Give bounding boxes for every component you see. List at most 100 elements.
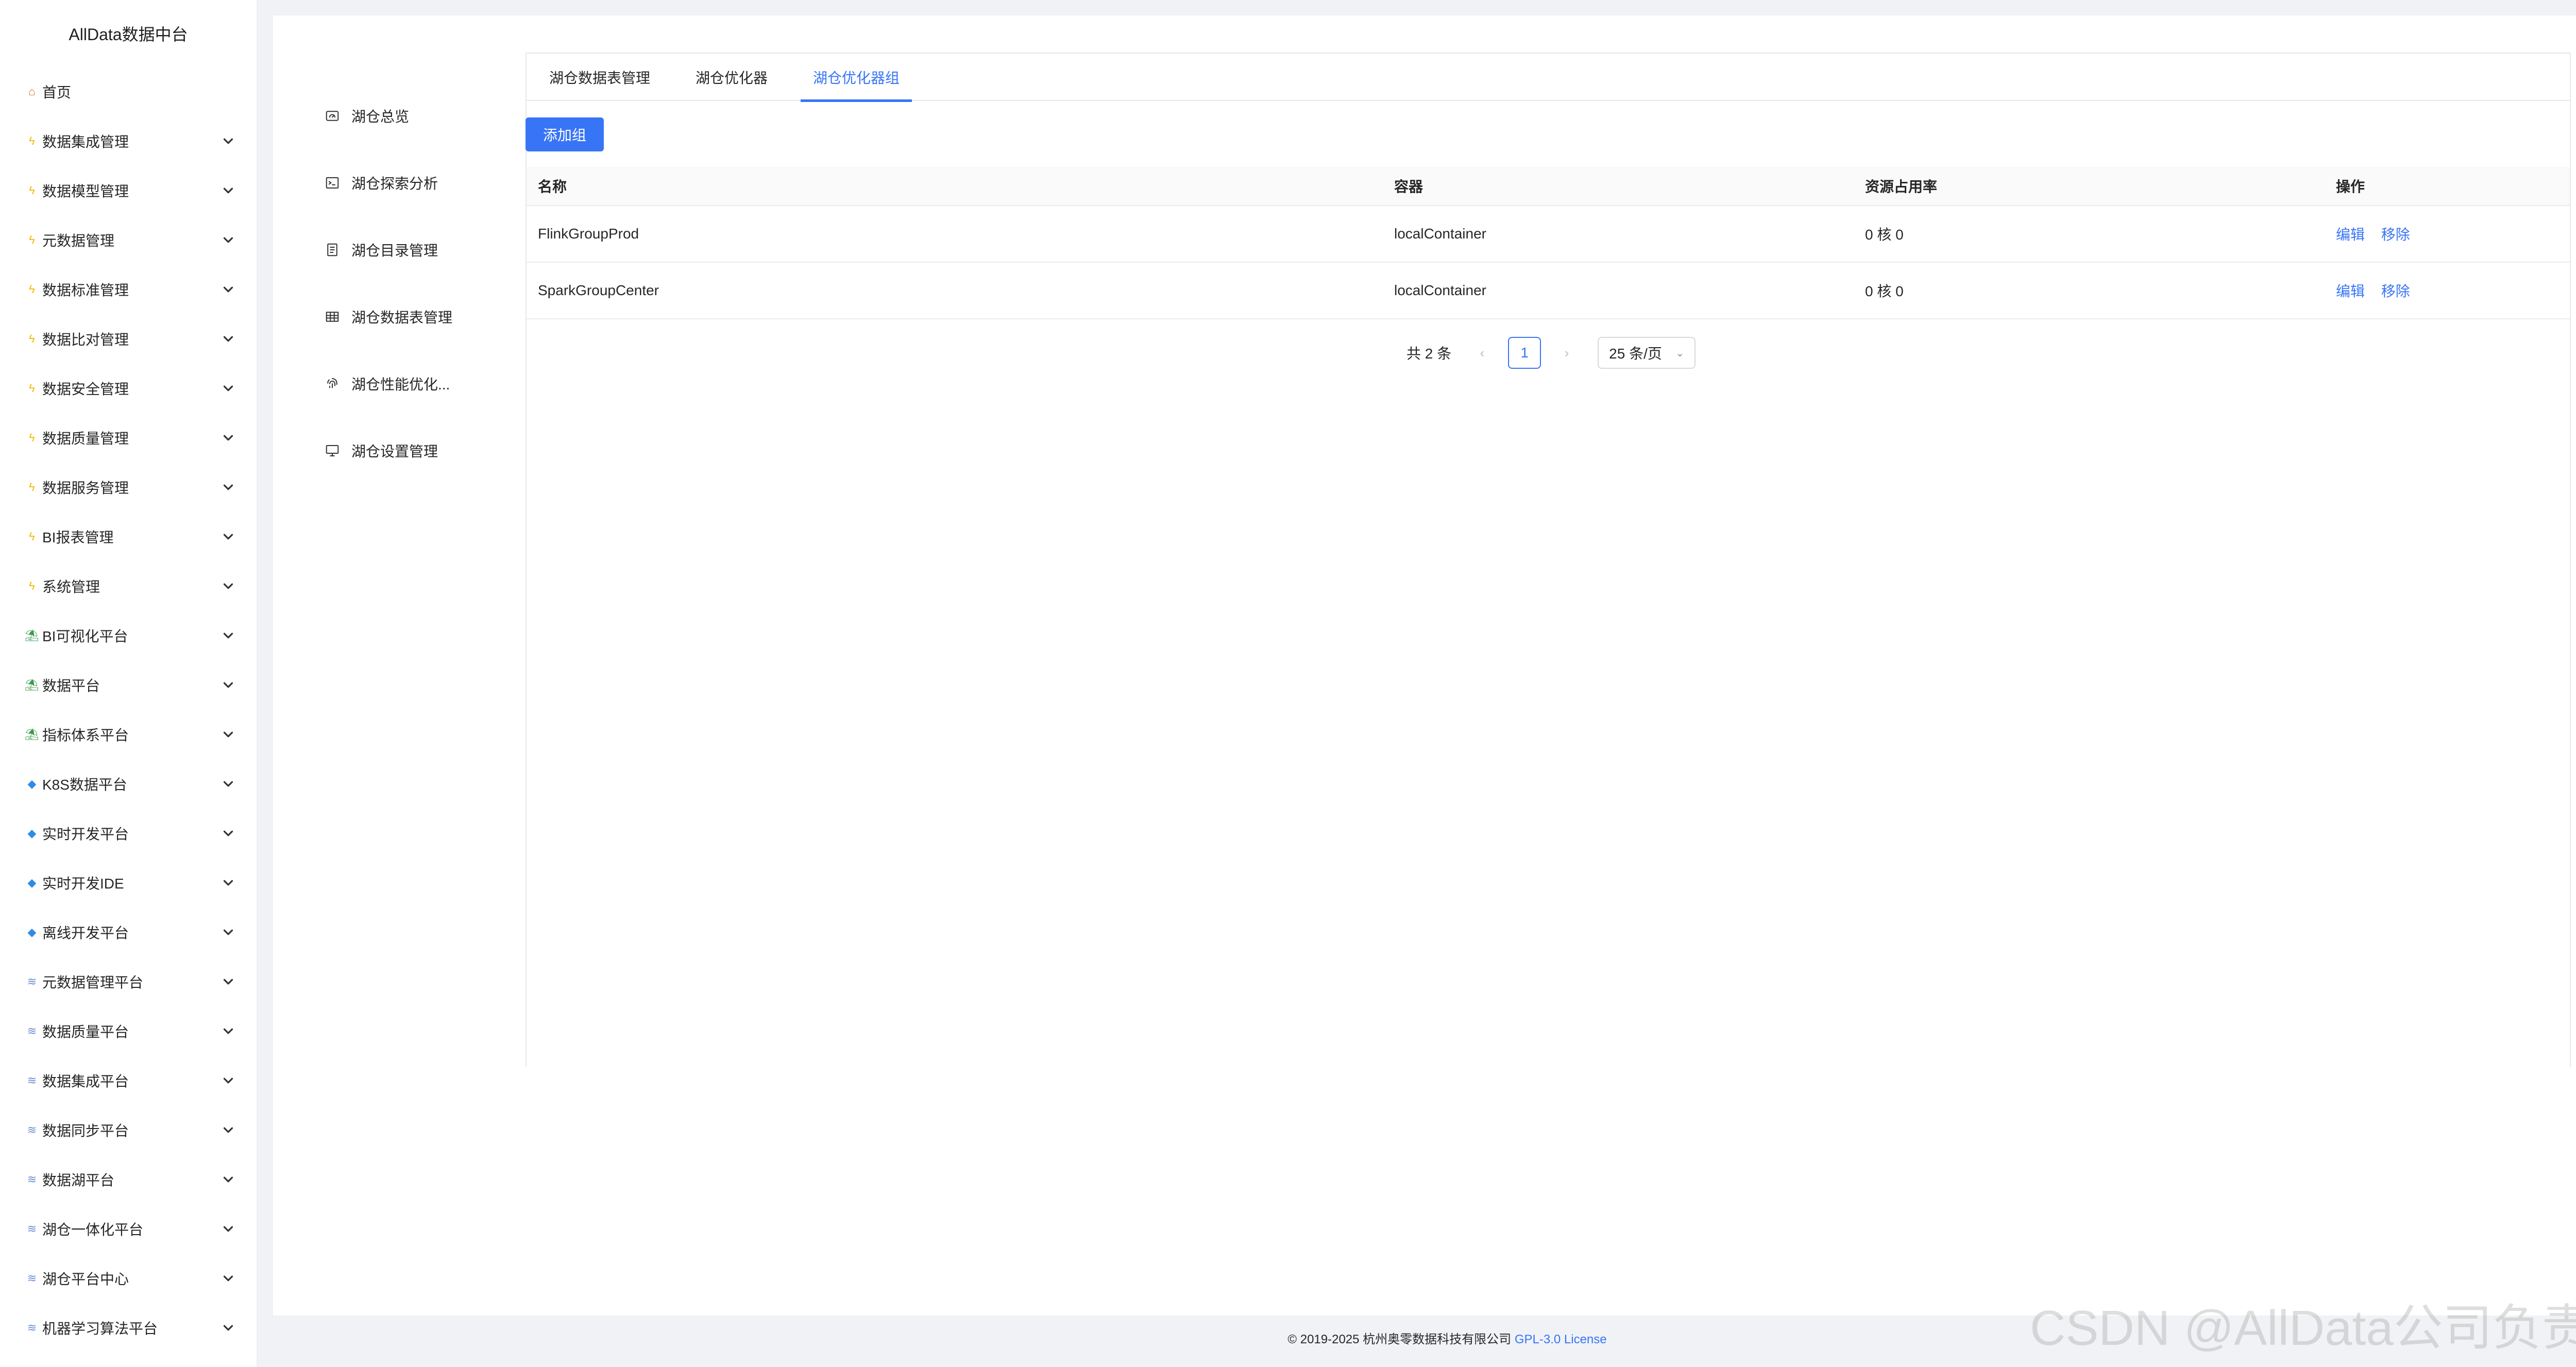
chevron-down-icon [221,776,236,792]
sidebar-item[interactable]: ⛱ 数据平台 [0,660,257,710]
stack-icon: ≋ [27,1024,37,1037]
sidebar-item[interactable]: ⛱ BI可视化平台 [0,611,257,660]
tab[interactable]: 湖仓优化器 [683,54,780,101]
sidebar-item[interactable]: ϟ 数据服务管理 [0,463,257,512]
sidebar-item[interactable]: ϟ 数据标准管理 [0,265,257,314]
chevron-down-icon [221,133,236,149]
tab[interactable]: 湖仓数据表管理 [537,54,663,101]
sidebar-item[interactable]: ϟ BI报表管理 [0,512,257,561]
page-number-current[interactable]: 1 [1508,337,1541,369]
chevron-down-icon [221,1023,236,1039]
sidebar-item[interactable]: ≋ 机器学习算法平台 [0,1303,257,1353]
sidebar-item-label: 数据质量管理 [42,431,129,447]
cell-usage: 0 核 0 [1865,283,1904,299]
sidebar-item-label: BI报表管理 [42,529,114,545]
page-size-select[interactable]: 25 条/页 ⌄ [1598,337,1696,369]
remove-link[interactable]: 移除 [2381,227,2410,243]
chevron-down-icon [221,727,236,742]
chevron-down-icon [221,331,236,347]
sidebar-item[interactable]: ϟ 数据集成管理 [0,116,257,166]
main-content: 湖仓总览 湖仓探索分析 湖仓目录管理 湖仓数据表管理 湖仓性能优化... 湖仓设置管理 湖… [273,15,2576,1315]
sidebar-item[interactable]: ≋ 数据质量平台 [0,1006,257,1056]
sidebar-item[interactable]: ϟ 元数据管理 [0,215,257,265]
sidebar-item-label: 数据标准管理 [42,282,129,298]
sidebar-item-label: 离线开发平台 [42,925,129,941]
sidebar-item[interactable]: ≋ 湖仓一体化平台 [0,1204,257,1254]
sidebar-item[interactable]: ◆ 离线开发平台 [0,908,257,957]
sidebar-item[interactable]: ⌂ 首页 [0,67,257,116]
subnav-item[interactable]: 湖仓性能优化... [325,350,495,417]
subnav-item[interactable]: 湖仓数据表管理 [325,283,495,350]
sidebar-item[interactable]: ϟ 系统管理 [0,561,257,611]
sidebar-item-label: 首页 [42,84,72,100]
column-header-usage: 资源占用率 [1865,179,1938,195]
sidebar-item-label: 数据集成管理 [42,134,129,150]
sidebar-item[interactable]: ◆ 实时开发IDE [0,858,257,908]
stack-icon: ≋ [27,1222,37,1235]
sidebar-item[interactable]: ϟ 数据模型管理 [0,166,257,215]
sidebar-item-label: 数据比对管理 [42,332,129,348]
catalog-icon [327,243,337,257]
remove-link[interactable]: 移除 [2381,283,2410,299]
sidebar-item[interactable]: ≋ 数据集成平台 [0,1056,257,1105]
platform-icon: ⛱ [25,678,39,691]
gem-icon: ◆ [27,827,37,840]
chevron-down-icon [221,430,236,446]
add-group-button[interactable]: 添加组 [526,117,604,151]
tab[interactable]: 湖仓优化器组 [801,54,912,102]
sidebar-nav: ⌂ 首页 ϟ 数据集成管理 ϟ 数据模型管理 ϟ 元数据管理 ϟ 数据标准管理 ϟ 数据比对管理 ϟ 数据… [0,67,257,1353]
chevron-down-icon [221,183,236,198]
chevron-down-icon [221,1320,236,1336]
cell-usage: 0 核 0 [1865,227,1904,243]
table-header: 名称 容器 资源占用率 操作 [527,167,2570,206]
subnav-item[interactable]: 湖仓目录管理 [325,216,495,283]
sidebar: AllData数据中台 ⌂ 首页 ϟ 数据集成管理 ϟ 数据模型管理 ϟ 元数据管理 ϟ 数据标准… [0,0,258,1367]
sidebar-item-label: 数据平台 [42,678,100,694]
sidebar-item[interactable]: ϟ 数据安全管理 [0,364,257,413]
sidebar-item[interactable]: ϟ 数据质量管理 [0,413,257,463]
subnav-item-label: 湖仓设置管理 [351,443,438,459]
bolt-icon: ϟ [29,530,35,543]
sidebar-item[interactable]: ⛱ 指标体系平台 [0,710,257,759]
sidebar-item[interactable]: ≋ 数据湖平台 [0,1155,257,1204]
license-link[interactable]: GPL-3.0 License [1515,1332,1607,1346]
sidebar-item-label: 数据同步平台 [42,1123,129,1139]
chevron-down-icon [221,974,236,989]
chevron-down-icon [221,875,236,891]
subnav-item[interactable]: 湖仓设置管理 [325,417,495,484]
pagination-total: 共 2 条 [1406,346,1452,362]
chevron-down-icon [221,1221,236,1237]
sidebar-item[interactable]: ≋ 湖仓平台中心 [0,1254,257,1303]
cell-actions: 编辑 移除 [2336,280,2570,301]
stack-icon: ≋ [27,1123,37,1136]
sidebar-item[interactable]: ≋ 数据同步平台 [0,1105,257,1155]
subnav-item-label: 湖仓目录管理 [351,243,438,259]
platform-icon: ⛱ [25,728,39,741]
table-row: SparkGroupCenter localContainer 0 核 0 编辑… [527,263,2570,319]
sidebar-item[interactable]: ◆ K8S数据平台 [0,759,257,809]
sidebar-item[interactable]: ϟ 数据比对管理 [0,314,257,364]
subnav-item-label: 湖仓探索分析 [351,176,438,192]
column-header-actions: 操作 [2336,179,2365,195]
sidebar-item-label: 系统管理 [42,579,100,595]
chevron-down-icon [221,677,236,693]
sidebar-item[interactable]: ≋ 元数据管理平台 [0,957,257,1006]
sidebar-item-label: 湖仓一体化平台 [42,1222,144,1238]
subnav-item[interactable]: 湖仓总览 [325,82,495,149]
terminal-icon [326,177,339,189]
stack-icon: ≋ [27,1074,37,1087]
bolt-icon: ϟ [29,431,35,444]
home-icon: ⌂ [28,85,36,98]
edit-link[interactable]: 编辑 [2336,227,2365,243]
subnav-item-label: 湖仓性能优化... [351,377,450,392]
edit-link[interactable]: 编辑 [2336,283,2365,299]
sidebar-item[interactable]: ◆ 实时开发平台 [0,809,257,858]
cell-name: SparkGroupCenter [538,282,659,298]
subnav-item[interactable]: 湖仓探索分析 [325,149,495,216]
prev-page-icon[interactable]: ‹ [1472,337,1493,369]
next-page-icon[interactable]: › [1556,337,1577,369]
chevron-down-icon [221,1122,236,1138]
subnav-item-label: 湖仓数据表管理 [351,310,453,326]
chevron-down-icon: ⌄ [1675,347,1685,359]
stack-icon: ≋ [27,1272,37,1285]
